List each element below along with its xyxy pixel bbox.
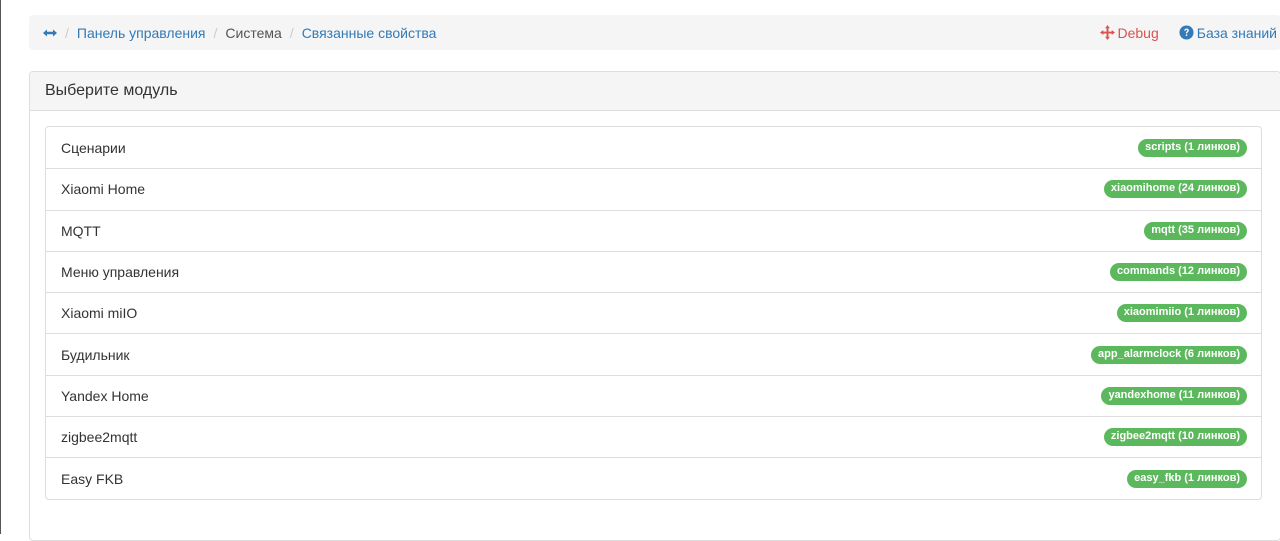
module-item-commands[interactable]: Меню управления commands (12 линков) [46, 250, 1261, 292]
question-circle-icon [1179, 25, 1194, 40]
module-label: Easy FKB [61, 470, 124, 487]
knowledge-base-label: База знаний [1196, 24, 1277, 41]
header-actions: Debug База знаний [1099, 15, 1277, 50]
breadcrumb-item-system: Система [225, 24, 282, 41]
page: / Панель управления / Система / Связанны… [0, 0, 1280, 541]
breadcrumb-separator: / [289, 24, 294, 41]
module-link-count-badge: xiaomimiio (1 линков) [1116, 304, 1247, 323]
module-label: Будильник [61, 346, 130, 363]
module-item-xiaomimiio[interactable]: Xiaomi miIO xiaomimiio (1 линков) [46, 292, 1261, 333]
module-label: Меню управления [61, 264, 180, 281]
module-link-count-badge: easy_fkb (1 линков) [1127, 469, 1247, 488]
breadcrumb-item-control-panel[interactable]: Панель управления [77, 25, 206, 41]
module-label: Xiaomi Home [61, 181, 146, 198]
module-link-count-badge: xiaomihome (24 линков) [1103, 180, 1247, 199]
module-item-scripts[interactable]: Сценарии scripts (1 линков) [46, 127, 1261, 168]
breadcrumb-item-linked-properties[interactable]: Связанные свойства [302, 25, 437, 41]
breadcrumb-items: / Панель управления / Система / Связанны… [43, 25, 436, 41]
panel-heading: Выберите модуль [30, 72, 1280, 111]
arrows-horizontal-icon[interactable] [43, 28, 57, 38]
module-label: Xiaomi miIO [61, 305, 138, 322]
module-panel: Выберите модуль Сценарии scripts (1 линк… [29, 71, 1280, 541]
module-link-count-badge: mqtt (35 линков) [1144, 221, 1247, 240]
debug-label: Debug [1117, 24, 1159, 41]
module-item-xiaomihome[interactable]: Xiaomi Home xiaomihome (24 линков) [46, 168, 1261, 209]
module-link-count-badge: yandexhome (11 линков) [1101, 386, 1247, 405]
module-label: MQTT [61, 222, 101, 239]
module-link-count-badge: zigbee2mqtt (10 линков) [1103, 428, 1247, 447]
module-label: zigbee2mqtt [61, 429, 138, 446]
module-link-count-badge: app_alarmclock (6 линков) [1091, 345, 1247, 364]
module-label: Сценарии [61, 139, 126, 156]
module-list: Сценарии scripts (1 линков) Xiaomi Home … [45, 126, 1262, 500]
module-item-easy-fkb[interactable]: Easy FKB easy_fkb (1 линков) [46, 457, 1261, 498]
module-item-mqtt[interactable]: MQTT mqtt (35 линков) [46, 209, 1261, 251]
module-item-yandexhome[interactable]: Yandex Home yandexhome (11 линков) [46, 374, 1261, 416]
module-link-count-badge: commands (12 линков) [1110, 263, 1247, 282]
breadcrumb-separator: / [65, 24, 69, 41]
module-item-alarmclock[interactable]: Будильник app_alarmclock (6 линков) [46, 333, 1261, 374]
module-link-count-badge: scripts (1 линков) [1138, 138, 1247, 157]
module-item-zigbee2mqtt[interactable]: zigbee2mqtt zigbee2mqtt (10 линков) [46, 416, 1261, 457]
breadcrumb: / Панель управления / Система / Связанны… [29, 15, 1280, 50]
crosshairs-icon [1099, 25, 1115, 40]
breadcrumb-separator: / [213, 24, 218, 41]
debug-link[interactable]: Debug [1099, 24, 1159, 41]
module-label: Yandex Home [61, 387, 149, 404]
knowledge-base-link[interactable]: База знаний [1179, 25, 1277, 41]
